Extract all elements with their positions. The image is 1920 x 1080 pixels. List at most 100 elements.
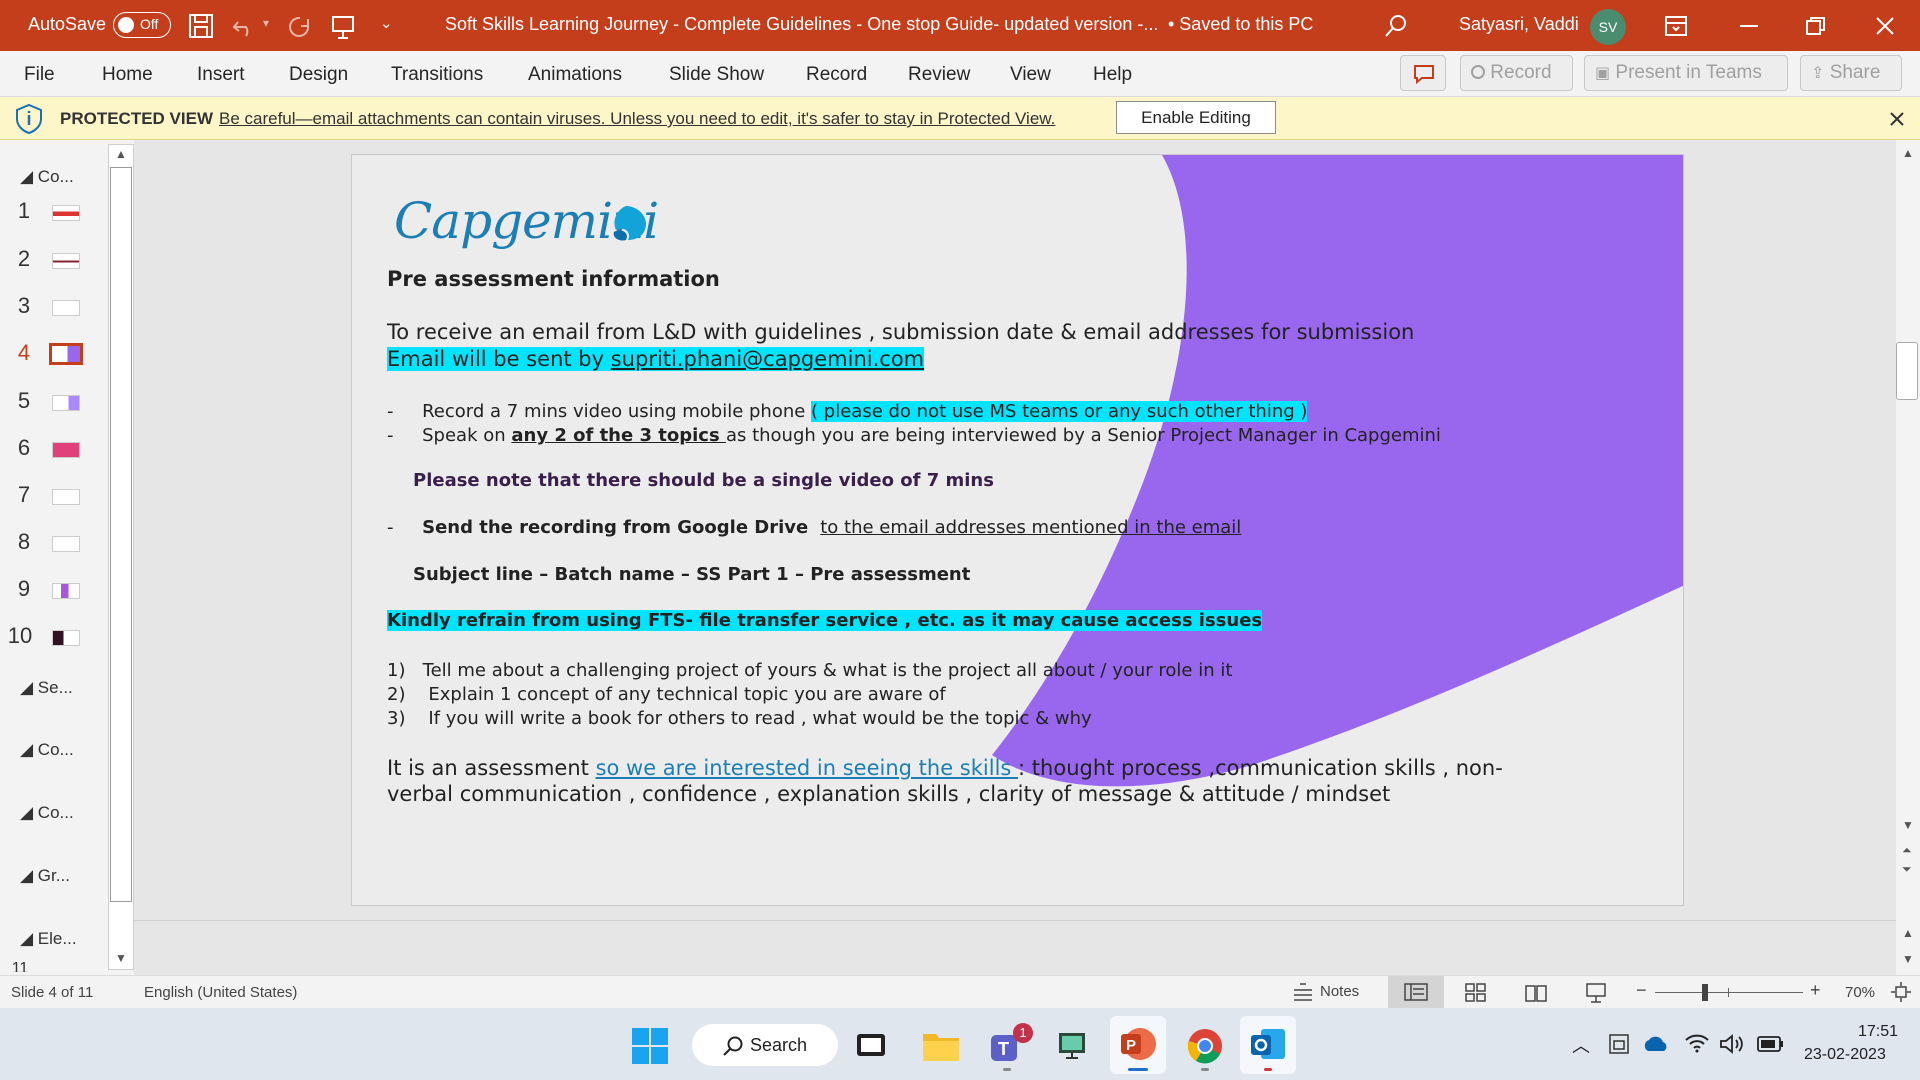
notes-scroll-down-icon[interactable]: ▼ xyxy=(1902,952,1914,966)
menu-transitions[interactable]: Transitions xyxy=(391,64,483,86)
menu-insert[interactable]: Insert xyxy=(197,64,245,86)
customize-toolbar-icon[interactable]: ⌄ xyxy=(380,14,393,32)
taskbar-search[interactable]: Search xyxy=(692,1024,838,1066)
present-from-beginning-icon[interactable] xyxy=(330,14,356,40)
record-button[interactable]: Record xyxy=(1460,55,1573,91)
slide-thumbnail[interactable] xyxy=(52,489,80,505)
autosave-state: Off xyxy=(140,16,159,32)
close-icon[interactable] xyxy=(1873,14,1897,38)
closing-line-1: It is an assessment so we are interested… xyxy=(387,756,1503,780)
tablet-icon[interactable] xyxy=(1607,1032,1631,1056)
clock-time[interactable]: 17:51 xyxy=(1858,1023,1898,1041)
fit-slide-icon[interactable] xyxy=(1890,981,1912,1003)
scrollbar-thumb[interactable] xyxy=(1896,342,1918,400)
section-header[interactable]: ◢ Gr... xyxy=(20,866,70,886)
slide-number: 8 xyxy=(17,529,31,554)
scrollbar-thumb[interactable] xyxy=(110,167,132,902)
ribbon-display-options-icon[interactable] xyxy=(1664,15,1688,37)
menu-help[interactable]: Help xyxy=(1093,64,1132,86)
normal-view-button[interactable] xyxy=(1388,976,1444,1008)
share-button[interactable]: ⇪ Share xyxy=(1800,55,1902,91)
section-header[interactable]: ◢ Co... xyxy=(20,740,74,760)
redo-icon[interactable] xyxy=(286,14,312,38)
topic-item: 2) Explain 1 concept of any technical to… xyxy=(387,684,946,705)
slide-thumbnail-active[interactable] xyxy=(49,343,83,365)
clock-date[interactable]: 23-02-2023 xyxy=(1804,1046,1886,1064)
chrome-icon[interactable] xyxy=(1186,1027,1224,1065)
menu-animations[interactable]: Animations xyxy=(528,64,622,86)
present-in-teams-button[interactable]: ▣ Present in Teams xyxy=(1584,55,1788,91)
slide-thumbnail[interactable] xyxy=(52,630,80,646)
undo-icon[interactable] xyxy=(232,14,258,38)
menu-file[interactable]: File xyxy=(24,64,55,86)
wifi-icon[interactable] xyxy=(1684,1032,1710,1054)
restore-icon[interactable] xyxy=(1804,15,1828,37)
slide-thumbnail[interactable] xyxy=(52,442,80,458)
volume-icon[interactable] xyxy=(1719,1033,1745,1055)
zoom-slider[interactable] xyxy=(1655,992,1803,993)
menu-review[interactable]: Review xyxy=(908,64,970,86)
record-icon xyxy=(1471,65,1485,79)
menu-slide-show[interactable]: Slide Show xyxy=(669,64,764,86)
protected-view-message[interactable]: Be careful—email attachments can contain… xyxy=(219,109,1055,129)
menu-home[interactable]: Home xyxy=(102,64,153,86)
search-icon[interactable] xyxy=(1383,13,1409,39)
remote-desktop-icon[interactable] xyxy=(1057,1030,1087,1060)
scroll-up-arrow-icon[interactable]: ▲ xyxy=(1902,146,1914,160)
thumbnails-scrollbar[interactable]: ▲ ▼ xyxy=(108,144,134,970)
autosave-toggle[interactable]: Off xyxy=(113,12,171,38)
notes-button[interactable]: Notes xyxy=(1290,980,1384,1004)
slide-thumbnail[interactable] xyxy=(52,205,80,221)
enable-editing-button[interactable]: Enable Editing xyxy=(1116,101,1276,134)
scroll-down-arrow-icon[interactable]: ▼ xyxy=(1902,818,1914,832)
undo-dropdown-icon[interactable]: ▾ xyxy=(263,16,269,30)
menu-record[interactable]: Record xyxy=(806,64,867,86)
previous-slide-icon[interactable]: ⏶ xyxy=(1902,843,1912,858)
section-header[interactable]: ◢ Se... xyxy=(20,678,73,698)
menu-view[interactable]: View xyxy=(1010,64,1051,86)
section-header[interactable]: ◢ Ele... xyxy=(20,929,77,949)
notes-scroll-up-icon[interactable]: ▲ xyxy=(1902,926,1914,940)
minimize-icon[interactable] xyxy=(1737,15,1761,37)
powerpoint-taskbar-button[interactable]: P xyxy=(1110,1016,1166,1074)
slide-canvas[interactable]: Capgemini Pre assessment information To … xyxy=(351,154,1684,906)
zoom-level[interactable]: 70% xyxy=(1845,984,1875,1001)
running-indicator xyxy=(1201,1068,1209,1071)
scroll-up-arrow-icon[interactable]: ▲ xyxy=(115,147,127,161)
section-header[interactable]: ◢ Co... xyxy=(20,167,74,187)
slide-number-active: 4 xyxy=(17,340,31,365)
dismiss-icon[interactable] xyxy=(1888,110,1906,128)
slide-thumbnail[interactable] xyxy=(52,253,80,269)
slide-thumbnail[interactable] xyxy=(52,300,80,316)
menu-design[interactable]: Design xyxy=(289,64,348,86)
zoom-slider-thumb[interactable] xyxy=(1702,984,1708,1001)
save-icon[interactable] xyxy=(188,13,214,39)
email-link[interactable]: supriti.phani@capgemini.com xyxy=(611,347,924,371)
language-indicator[interactable]: English (United States) xyxy=(144,984,297,1001)
slide-sorter-icon[interactable] xyxy=(1465,983,1487,1003)
slide-thumbnail[interactable] xyxy=(52,395,80,411)
editor-scrollbar[interactable]: ▲ ▼ ⏶ ⏷ ▲ ▼ xyxy=(1896,140,1920,975)
outlook-taskbar-button[interactable] xyxy=(1240,1016,1296,1074)
file-explorer-icon[interactable] xyxy=(922,1028,960,1062)
onedrive-icon[interactable] xyxy=(1642,1033,1670,1055)
windows-start-icon[interactable] xyxy=(632,1028,668,1064)
slide-thumbnail[interactable] xyxy=(52,583,80,599)
reading-view-icon[interactable] xyxy=(1525,983,1547,1003)
notes-label: Notes xyxy=(1320,983,1360,1000)
section-header[interactable]: ◢ Co... xyxy=(20,803,74,823)
notes-divider[interactable] xyxy=(134,920,1896,921)
comments-button[interactable] xyxy=(1400,55,1446,91)
skills-link[interactable]: so we are interested in seeing the skill… xyxy=(596,756,1018,780)
task-view-icon[interactable] xyxy=(856,1030,886,1060)
zoom-out-icon[interactable]: − xyxy=(1636,980,1647,1001)
battery-icon[interactable] xyxy=(1757,1035,1785,1053)
slide-thumbnail[interactable] xyxy=(52,536,80,552)
zoom-in-icon[interactable]: + xyxy=(1810,980,1821,1001)
slide-show-icon[interactable] xyxy=(1585,982,1607,1004)
single-video-note: Please note that there should be a singl… xyxy=(413,470,994,491)
scroll-down-arrow-icon[interactable]: ▼ xyxy=(115,951,127,965)
avatar[interactable]: SV xyxy=(1590,9,1626,45)
show-hidden-icons-icon[interactable]: ︿ xyxy=(1572,1032,1590,1058)
next-slide-icon[interactable]: ⏷ xyxy=(1902,862,1912,877)
